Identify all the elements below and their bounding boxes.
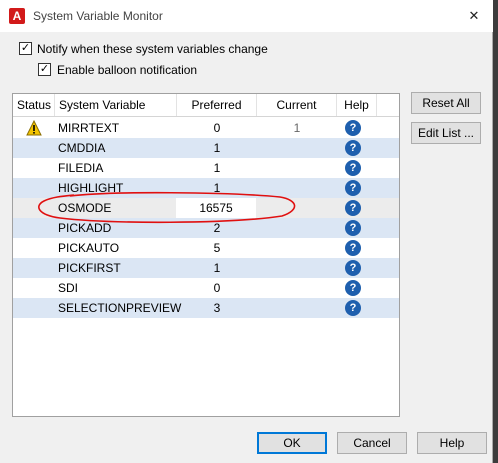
table-row[interactable]: SDI 0 ? [13,278,399,298]
help-icon[interactable]: ? [345,200,361,216]
close-button[interactable]: ✕ [460,5,488,27]
cancel-button[interactable]: Cancel [337,432,407,454]
notify-label[interactable]: Notify when these system variables chang… [37,42,268,56]
table-row[interactable]: MIRRTEXT 0 1 ? [13,118,399,138]
red-ink-circle-annotation [38,191,296,224]
notify-checkbox[interactable]: ✓ [19,42,32,55]
variable-name: SELECTIONPREVIEW [58,301,182,315]
warning-icon [26,119,42,139]
help-icon[interactable]: ? [345,160,361,176]
col-help[interactable]: Help [337,94,377,116]
preferred-value[interactable]: 3 [177,298,257,318]
col-preferred[interactable]: Preferred [177,94,257,116]
variables-grid: Status System Variable Preferred Current… [12,93,400,417]
dialog-window: A System Variable Monitor ✕ ✓ Notify whe… [0,0,493,463]
help-button[interactable]: Help [417,432,487,454]
col-variable[interactable]: System Variable [55,94,177,116]
variable-name: PICKFIRST [58,261,121,275]
variable-name: CMDDIA [58,141,106,155]
preferred-value[interactable]: 1 [177,158,257,178]
preferred-value[interactable]: 0 [177,278,257,298]
preferred-value[interactable]: 5 [177,238,257,258]
variable-name: PICKAUTO [58,241,120,255]
autocad-logo-icon: A [9,8,25,24]
preferred-value[interactable]: 1 [177,138,257,158]
edit-list-button[interactable]: Edit List ... [411,122,481,144]
help-icon[interactable]: ? [345,120,361,136]
variable-name: MIRRTEXT [58,121,120,135]
title-bar: A System Variable Monitor ✕ [0,0,493,32]
balloon-label[interactable]: Enable balloon notification [57,63,197,77]
grid-header: Status System Variable Preferred Current… [13,94,399,117]
table-row[interactable]: PICKAUTO 5 ? [13,238,399,258]
reset-all-button[interactable]: Reset All [411,92,481,114]
preferred-value[interactable]: 0 [177,118,257,138]
help-icon[interactable]: ? [345,280,361,296]
variable-name: SDI [58,281,79,295]
preferred-value[interactable]: 1 [177,258,257,278]
ok-button[interactable]: OK [257,432,327,454]
help-icon[interactable]: ? [345,220,361,236]
help-icon[interactable]: ? [345,240,361,256]
col-status[interactable]: Status [13,94,55,116]
table-row[interactable]: SELECTIONPREVIEW 3 ? [13,298,399,318]
table-row[interactable]: CMDDIA 1 ? [13,138,399,158]
help-icon[interactable]: ? [345,260,361,276]
help-icon[interactable]: ? [345,180,361,196]
col-current[interactable]: Current [257,94,337,116]
current-value: 1 [293,121,301,135]
window-title: System Variable Monitor [33,9,163,23]
help-icon[interactable]: ? [345,140,361,156]
table-row[interactable]: FILEDIA 1 ? [13,158,399,178]
balloon-checkbox[interactable]: ✓ [38,63,51,76]
variable-name: FILEDIA [58,161,104,175]
help-icon[interactable]: ? [345,300,361,316]
table-row[interactable]: PICKFIRST 1 ? [13,258,399,278]
